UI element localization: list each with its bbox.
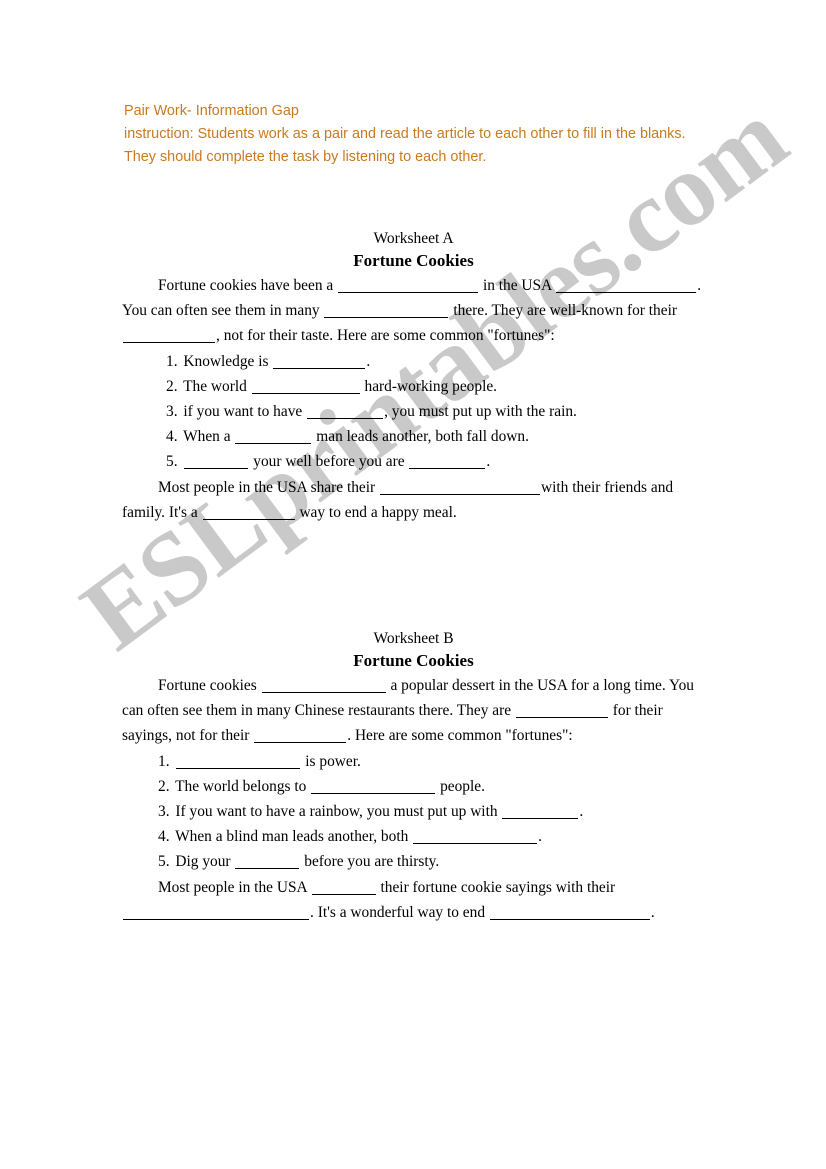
intro-text-2: in the USA bbox=[482, 277, 552, 294]
worksheet-b-section: Worksheet B Fortune Cookies Fortune cook… bbox=[0, 628, 826, 925]
worksheet-a-section: Worksheet A Fortune Cookies Fortune cook… bbox=[0, 228, 826, 525]
blank-b-item3-1[interactable] bbox=[502, 804, 579, 820]
item-text-3: . bbox=[486, 453, 491, 471]
worksheet-b-label: Worksheet B bbox=[373, 630, 454, 647]
list-item: 5. Dig your before you are thirsty. bbox=[0, 849, 826, 874]
item-number: 5. bbox=[166, 453, 178, 471]
worksheet-a-intro-paragraph: Fortune cookies have been a in the USA .… bbox=[0, 273, 826, 349]
blank-a-intro-3[interactable] bbox=[324, 303, 449, 319]
blank-b-outro-2[interactable] bbox=[123, 905, 309, 920]
item-text-2: . bbox=[366, 352, 371, 370]
item-text-1: If you want to have a rainbow, you must … bbox=[175, 803, 498, 821]
item-text-1: Dig your bbox=[175, 853, 231, 871]
instruction-text: instruction: Students work as a pair and… bbox=[124, 126, 686, 166]
blank-a-item1-1[interactable] bbox=[273, 354, 366, 369]
blank-b-intro-3[interactable] bbox=[254, 728, 347, 744]
item-number: 4. bbox=[158, 828, 170, 846]
list-item: 1. is power. bbox=[0, 749, 826, 774]
blank-a-intro-1[interactable] bbox=[338, 278, 479, 293]
intro-text-4: . Here are some common "fortunes": bbox=[347, 727, 573, 745]
intro-text-4: You can often see them in many bbox=[122, 302, 320, 320]
item-text-2: hard-working people. bbox=[364, 377, 498, 395]
item-number: 5. bbox=[158, 853, 170, 871]
blank-a-item3-1[interactable] bbox=[307, 404, 384, 420]
item-number: 1. bbox=[166, 352, 178, 370]
item-text-2: , you must put up with the rain. bbox=[384, 403, 577, 421]
item-text-1: if you want to have bbox=[183, 403, 303, 421]
list-item: 2. The world hard-working people. bbox=[0, 374, 826, 399]
list-item: 5. your well before you are . bbox=[0, 449, 826, 474]
outro-text-1: Most people in the USA bbox=[158, 878, 307, 896]
blank-a-outro-2[interactable] bbox=[202, 505, 295, 520]
worksheet-b-item-list: 1. is power. 2. The world belongs to peo… bbox=[0, 749, 826, 875]
list-item: 3. if you want to have , you must put up… bbox=[0, 399, 826, 424]
intro-text-1: Fortune cookies bbox=[158, 677, 257, 694]
item-number: 3. bbox=[166, 403, 178, 421]
item-text-1: The world belongs to bbox=[175, 777, 307, 795]
list-item: 1. Knowledge is . bbox=[0, 349, 826, 374]
list-item: 3. If you want to have a rainbow, you mu… bbox=[0, 799, 826, 824]
page-title: Pair Work- Information Gap bbox=[124, 103, 299, 119]
item-text-1: When a blind man leads another, both bbox=[175, 828, 409, 846]
outro-text-1: Most people in the USA share their bbox=[158, 478, 376, 496]
item-text-2: man leads another, both fall down. bbox=[316, 428, 529, 446]
worksheet-b-outro-paragraph: Most people in the USA their fortune coo… bbox=[0, 875, 826, 925]
worksheet-a-outro-paragraph: Most people in the USA share their with … bbox=[0, 475, 826, 525]
worksheet-b-body: Fortune cookies a popular dessert in the… bbox=[0, 673, 826, 925]
list-item: 4. When a blind man leads another, both … bbox=[0, 824, 826, 849]
list-item: 4. When a man leads another, both fall d… bbox=[0, 424, 826, 449]
outro-text-4: . bbox=[650, 903, 655, 921]
blank-a-outro-1[interactable] bbox=[380, 480, 541, 495]
outro-text-2: their fortune cookie sayings with their bbox=[380, 878, 616, 896]
item-text-2: people. bbox=[440, 777, 485, 795]
blank-a-item5-1[interactable] bbox=[184, 454, 249, 470]
item-number: 3. bbox=[158, 803, 170, 821]
worksheet-a-item-list: 1. Knowledge is . 2. The world hard-work… bbox=[0, 349, 826, 475]
blank-b-intro-1[interactable] bbox=[261, 678, 386, 693]
blank-b-intro-2[interactable] bbox=[515, 703, 608, 719]
intro-text-6: , not for their taste. Here are some com… bbox=[216, 327, 555, 345]
outro-text-3: . It's a wonderful way to end bbox=[310, 903, 486, 921]
item-number: 2. bbox=[166, 377, 178, 395]
blank-a-intro-4[interactable] bbox=[123, 328, 215, 344]
outro-text-3: way to end a happy meal. bbox=[299, 503, 457, 521]
worksheet-a-title: Fortune Cookies bbox=[353, 251, 474, 270]
blank-a-item5-2[interactable] bbox=[409, 454, 486, 470]
blank-a-item4-1[interactable] bbox=[235, 429, 312, 445]
item-number: 4. bbox=[166, 428, 178, 446]
blank-a-item2-1[interactable] bbox=[251, 379, 360, 394]
list-item: 2. The world belongs to people. bbox=[0, 774, 826, 799]
blank-b-item1-1[interactable] bbox=[176, 754, 301, 769]
intro-text-3: . bbox=[697, 277, 702, 294]
blank-b-outro-3[interactable] bbox=[489, 905, 650, 920]
item-text-1: When a bbox=[183, 428, 231, 446]
intro-text-5: there. They are well-known for their bbox=[453, 302, 677, 320]
worksheet-page: Pair Work- Information Gap instruction: … bbox=[0, 0, 826, 1169]
item-number: 2. bbox=[158, 777, 170, 795]
item-text-2: is power. bbox=[305, 752, 361, 770]
blank-b-item5-1[interactable] bbox=[235, 854, 300, 870]
item-text-2: your well before you are bbox=[253, 453, 405, 471]
item-text-1: Knowledge is bbox=[183, 352, 269, 370]
intro-text-1: Fortune cookies have been a bbox=[158, 277, 334, 294]
blank-b-item4-1[interactable] bbox=[413, 829, 538, 845]
blank-a-intro-2[interactable] bbox=[556, 278, 697, 293]
blank-b-item2-1[interactable] bbox=[311, 779, 436, 794]
instructions-block: Pair Work- Information Gap instruction: … bbox=[124, 100, 704, 170]
item-number: 1. bbox=[158, 752, 170, 770]
item-text-2: . bbox=[538, 828, 543, 846]
blank-b-outro-1[interactable] bbox=[311, 880, 376, 895]
item-text-1: The world bbox=[183, 377, 247, 395]
worksheet-b-title: Fortune Cookies bbox=[353, 651, 474, 670]
item-text-2: . bbox=[579, 803, 584, 821]
worksheet-a-body: Fortune cookies have been a in the USA .… bbox=[0, 273, 826, 525]
worksheet-b-intro-paragraph: Fortune cookies a popular dessert in the… bbox=[0, 673, 826, 749]
worksheet-a-label: Worksheet A bbox=[373, 230, 454, 247]
item-text-2: before you are thirsty. bbox=[304, 853, 440, 871]
